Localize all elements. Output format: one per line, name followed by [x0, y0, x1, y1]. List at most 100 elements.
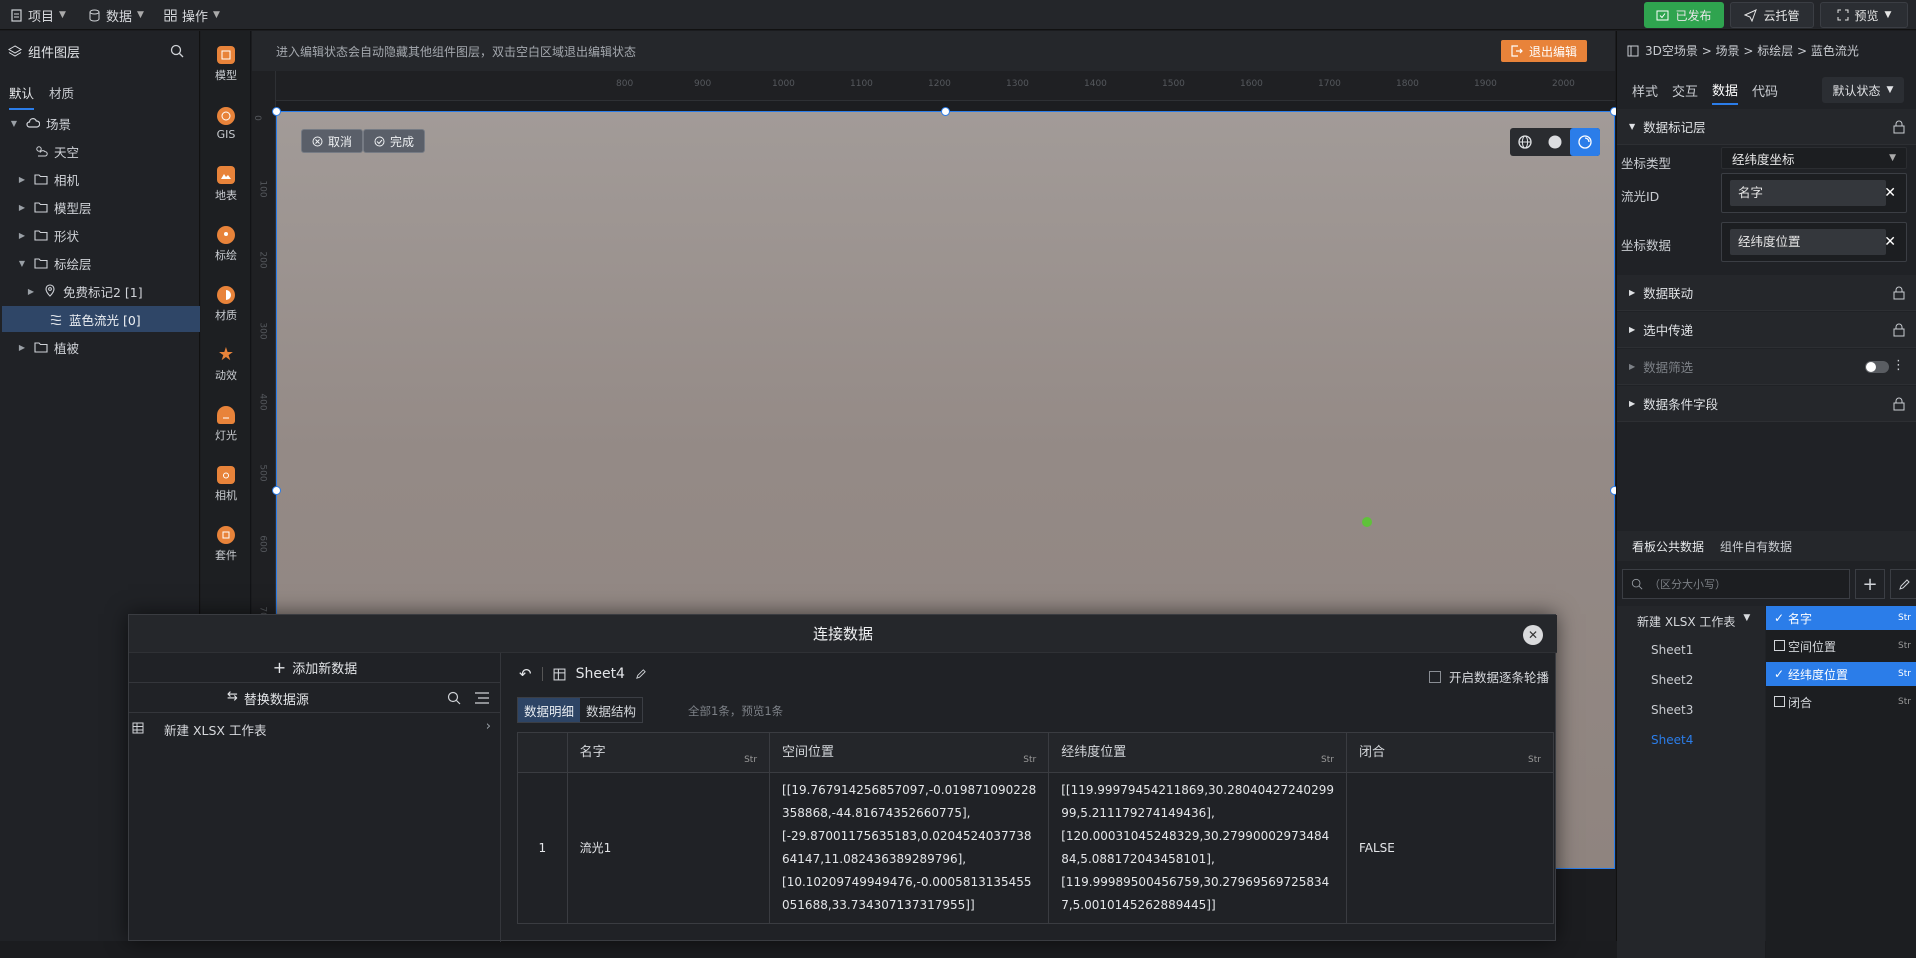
tree-item-shape[interactable]: ▶ 形状 — [0, 222, 200, 248]
workbook-item[interactable]: 新建 XLSX 工作表 ▼ — [1637, 613, 1750, 630]
search-icon[interactable] — [170, 44, 184, 58]
close-icon[interactable]: ✕ — [1884, 234, 1896, 250]
menu-operate[interactable]: 操作 ▼ — [164, 0, 220, 30]
lock-icon[interactable] — [1893, 286, 1905, 300]
data-search-input[interactable]: （区分大小写） — [1622, 569, 1850, 599]
cell-line: 64147,11.082436389289796], — [782, 852, 967, 866]
tab-data[interactable]: 数据 — [1712, 75, 1739, 105]
folder-icon — [33, 227, 49, 243]
cell-line: [[19.767914256857097,-0.019871090228 — [782, 783, 1037, 797]
done-button[interactable]: 完成 — [363, 129, 426, 153]
resize-handle[interactable] — [272, 107, 281, 116]
tab-public-data[interactable]: 看板公共数据 — [1632, 538, 1704, 555]
table-header-row: 名字 Str 空间位置 Str 经纬度位置 Str 闭合 Str — [517, 732, 1555, 773]
tree-item-camera[interactable]: ▶ 相机 — [0, 166, 200, 192]
tab-structure[interactable]: 数据结构 — [580, 698, 642, 722]
tab-material[interactable]: 材质 — [49, 83, 74, 102]
column-item[interactable]: 空间位置 Str — [1766, 634, 1916, 658]
checkbox-icon[interactable] — [1428, 670, 1441, 683]
filter-list-icon[interactable] — [474, 691, 490, 705]
section-select-pass[interactable]: ▶ 选中传递 — [1617, 312, 1916, 348]
column-header[interactable]: 名字 Str — [566, 732, 771, 773]
edit-icon[interactable] — [635, 668, 647, 680]
tree-item-plot-layer[interactable]: ▼ 标绘层 — [0, 250, 200, 276]
tool-plot[interactable]: 标绘 — [201, 216, 251, 272]
edit-icon[interactable] — [1890, 569, 1916, 599]
column-item[interactable]: ✓ 经纬度位置 Str — [1766, 662, 1916, 686]
tab-detail[interactable]: 数据明细 — [518, 698, 581, 722]
undo-icon[interactable]: ↶ — [519, 665, 532, 683]
coord-data-field[interactable]: 经纬度位置 ✕ — [1721, 222, 1907, 262]
lock-icon[interactable] — [1893, 323, 1905, 337]
tree-item-model-layer[interactable]: ▶ 模型层 — [0, 194, 200, 220]
coord-type-select[interactable]: 经纬度坐标 ▼ — [1721, 147, 1907, 169]
preview-button[interactable]: 预览 ▼ — [1820, 2, 1908, 28]
tab-style[interactable]: 样式 — [1632, 75, 1658, 105]
column-item[interactable]: 闭合 Str — [1766, 690, 1916, 714]
filter-toggle[interactable] — [1865, 361, 1889, 373]
tool-effect[interactable]: ★ 动效 — [201, 336, 251, 392]
tree-label: 植被 — [54, 340, 80, 356]
menu-data[interactable]: 数据 ▼ — [88, 0, 144, 30]
tree-item-vegetation[interactable]: ▶ 植被 — [0, 334, 200, 360]
resize-handle[interactable] — [941, 107, 950, 116]
carousel-option[interactable]: 开启数据逐条轮播 — [1428, 667, 1549, 686]
add-data-button[interactable]: + 添加新数据 — [129, 653, 501, 683]
green-point-marker[interactable] — [1362, 517, 1372, 527]
column-header[interactable]: 经纬度位置 Str — [1048, 732, 1347, 773]
globe-view-icon[interactable] — [1510, 128, 1540, 156]
solid-view-icon[interactable] — [1540, 128, 1570, 156]
sheet-item[interactable]: Sheet2 — [1651, 673, 1693, 687]
tool-gis[interactable]: GIS — [201, 96, 251, 152]
ruler-tick-label: 500 — [257, 464, 268, 482]
column-header[interactable]: 闭合 Str — [1345, 732, 1555, 773]
header-label: 经纬度位置 — [1061, 744, 1127, 760]
more-vertical-icon[interactable]: ⋮ — [1892, 358, 1905, 373]
sheet-item[interactable]: Sheet1 — [1651, 643, 1693, 657]
lock-icon[interactable] — [1893, 120, 1905, 134]
add-icon[interactable]: + — [1855, 569, 1885, 599]
section-linkage[interactable]: ▶ 数据联动 — [1617, 275, 1916, 311]
cell-line: [120.00031045248329,30.27990002973484 — [1061, 829, 1330, 843]
section-filter[interactable]: ▶ 数据筛选 ⋮ — [1617, 349, 1916, 385]
tab-code[interactable]: 代码 — [1752, 75, 1778, 105]
column-header[interactable]: 空间位置 Str — [769, 732, 1050, 773]
state-select[interactable]: 默认状态 ▼ — [1822, 77, 1904, 103]
section-marker-layer[interactable]: ▼ 数据标记层 — [1617, 109, 1916, 145]
close-icon[interactable]: ✕ — [1523, 625, 1543, 645]
rotate-view-icon[interactable] — [1570, 128, 1600, 156]
tab-default[interactable]: 默认 — [9, 83, 35, 110]
cloud-hosting-button[interactable]: 云托管 — [1730, 2, 1814, 28]
tool-kit[interactable]: 套件 — [201, 516, 251, 572]
tool-material[interactable]: 材质 — [201, 276, 251, 332]
resize-handle[interactable] — [272, 486, 281, 495]
sheet-item[interactable]: Sheet3 — [1651, 703, 1693, 717]
sheet-item-active[interactable]: Sheet4 — [1651, 733, 1693, 747]
close-icon[interactable]: ✕ — [1884, 185, 1896, 201]
source-item[interactable]: 新建 XLSX 工作表 › — [129, 713, 501, 743]
tool-camera[interactable]: 相机 — [201, 456, 251, 512]
replace-source-button[interactable]: ⇆ 替换数据源 — [227, 689, 309, 708]
section-condition[interactable]: ▶ 数据条件字段 — [1617, 386, 1916, 422]
tree-item-sky[interactable]: 天空 — [0, 138, 200, 164]
tab-own-data[interactable]: 组件自有数据 — [1720, 538, 1792, 555]
tool-terrain[interactable]: 地表 — [201, 156, 251, 212]
search-icon[interactable] — [447, 691, 461, 705]
exit-edit-button[interactable]: 退出编辑 — [1500, 40, 1587, 62]
tool-light[interactable]: 灯光 — [201, 396, 251, 452]
published-button[interactable]: 已发布 — [1644, 2, 1724, 28]
tree-item-blue-flow[interactable]: 蓝色流光 [0] — [2, 306, 200, 332]
cancel-button[interactable]: 取消 — [301, 129, 364, 153]
column-item[interactable]: ✓ 名字 Str — [1766, 606, 1916, 630]
tool-model[interactable]: 模型 — [201, 36, 251, 92]
lock-icon[interactable] — [1893, 397, 1905, 411]
flow-id-field[interactable]: 名字 ✕ — [1721, 173, 1907, 213]
menu-project[interactable]: 项目 ▼ — [10, 0, 66, 30]
type-suffix: Str — [1898, 669, 1911, 679]
table-row[interactable]: 1 流光1 [[19.767914256857097,-0.0198710902… — [517, 772, 1555, 924]
tab-interaction[interactable]: 交互 — [1672, 75, 1698, 105]
tree-item-scene[interactable]: ▼ 场景 — [0, 110, 200, 136]
coord-type-value: 经纬度坐标 — [1732, 151, 1795, 167]
kit-icon — [217, 525, 235, 544]
tree-item-free-marker[interactable]: ▶ 免费标记2 [1] — [0, 278, 200, 304]
